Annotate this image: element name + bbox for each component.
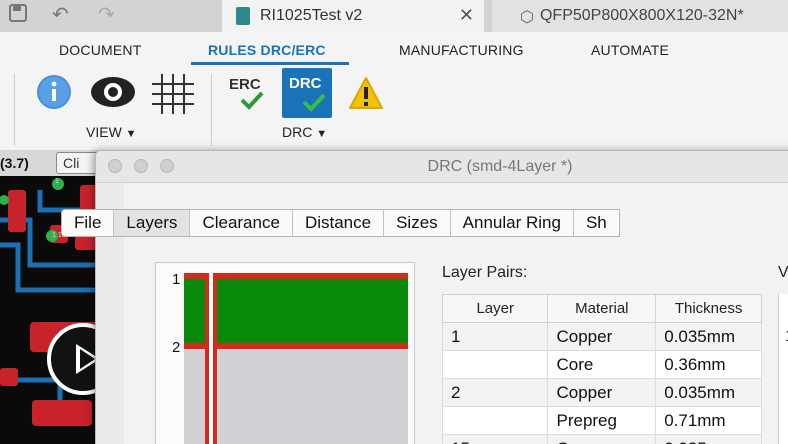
layer-pairs-label: Layer Pairs:: [442, 264, 528, 281]
layer-cell: 1: [441, 322, 549, 351]
material-cell: Core: [547, 350, 657, 379]
menu-document[interactable]: DOCUMENT: [59, 42, 141, 58]
layer-cell: [441, 406, 549, 435]
material-cell: Copper: [547, 434, 657, 444]
column-header-thickness[interactable]: Thickness: [655, 294, 762, 323]
layer-cell: 15: [441, 434, 549, 444]
layer-cell: [441, 350, 549, 379]
info-button[interactable]: [36, 74, 72, 115]
ribbon-separator: [14, 74, 15, 146]
document-tab-title: RI1025Test v2: [260, 7, 363, 24]
pcb-artwork: [0, 178, 110, 426]
material-cell: Prepreg: [547, 406, 657, 435]
view-group-label[interactable]: VIEW ▼: [86, 124, 137, 140]
package-icon: ⬡: [520, 6, 534, 26]
thickness-cell: 0.035mm: [655, 322, 762, 351]
menu-manufacturing[interactable]: MANUFACTURING: [399, 42, 524, 58]
redo-icon[interactable]: ↷: [98, 2, 115, 26]
chevron-down-icon: ▼: [125, 128, 137, 140]
drc-button[interactable]: DRC: [282, 68, 332, 118]
check-icon: [240, 91, 264, 110]
tab-layers[interactable]: Layers: [114, 210, 191, 236]
visibility-button[interactable]: [90, 76, 136, 113]
side-column-label: V: [778, 264, 788, 281]
table-row[interactable]: 1 Copper 0.035mm: [441, 322, 762, 351]
tab-annular-ring[interactable]: Annular Ring: [451, 210, 574, 236]
table-row[interactable]: 15 Copper 0.035mm: [441, 434, 762, 444]
material-cell: Copper: [547, 322, 657, 351]
pad-label: 1: [55, 178, 59, 185]
close-tab-icon[interactable]: ✕: [459, 5, 474, 26]
drc-label: DRC: [289, 75, 322, 92]
grid-button[interactable]: [152, 74, 194, 119]
thickness-cell: 0.035mm: [655, 378, 762, 407]
material-cell: Copper: [547, 378, 657, 407]
stack-layer-number-2: 2: [172, 339, 181, 356]
table-row[interactable]: Prepreg 0.71mm: [441, 406, 762, 435]
canvas-coordinate-bar: (3.7) Cli: [0, 150, 116, 176]
side-table: 1: [778, 294, 788, 444]
menu-automate[interactable]: AUTOMATE: [591, 42, 669, 58]
warning-icon: [349, 77, 383, 109]
tab-distance[interactable]: Distance: [293, 210, 385, 236]
layer-pairs-table: Layer Material Thickness 1 Copper 0.035m…: [441, 294, 762, 444]
menu-rules-drc-erc[interactable]: RULES DRC/ERC: [208, 42, 326, 58]
ribbon: DOCUMENT RULES DRC/ERC MANUFACTURING AUT…: [0, 32, 788, 150]
document-tab-title-2: QFP50P800X800X120-32N*: [539, 7, 744, 24]
board-icon: [236, 7, 250, 25]
table-row[interactable]: Core 0.36mm: [441, 350, 762, 379]
thickness-cell: 0.36mm: [655, 350, 762, 379]
tab-file[interactable]: File: [62, 210, 115, 236]
stack-layer-number-1: 1: [172, 271, 181, 288]
thickness-cell: 0.71mm: [655, 406, 762, 435]
play-icon-inner: [80, 349, 95, 369]
drc-titlebar[interactable]: DRC (smd-4Layer *): [96, 151, 788, 183]
grid-icon: [152, 74, 194, 114]
column-header-layer[interactable]: Layer: [441, 294, 549, 323]
layer-cell: 2: [441, 378, 549, 407]
title-tab-bar: ↶ ↷ RI1025Test v2 ✕ ⬡ QFP50P800X800X120-…: [0, 0, 788, 32]
save-icon[interactable]: [8, 3, 28, 28]
table-row[interactable]: 2 Copper 0.035mm: [441, 378, 762, 407]
tab-sizes[interactable]: Sizes: [384, 210, 451, 236]
erc-button[interactable]: ERC: [226, 72, 266, 112]
check-icon: [302, 93, 326, 112]
undo-icon[interactable]: ↶: [52, 2, 69, 26]
coordinate-readout: (3.7): [0, 155, 29, 171]
tab-clearance[interactable]: Clearance: [190, 210, 293, 236]
drc-group-label[interactable]: DRC ▼: [282, 124, 327, 140]
drc-tab-row: File Layers Clearance Distance Sizes Ann…: [61, 209, 620, 237]
view-group-text: VIEW: [86, 124, 122, 140]
pcb-canvas[interactable]: 1 1 1k: [0, 150, 110, 444]
thickness-cell: 0.035mm: [655, 434, 762, 444]
drc-group-text: DRC: [282, 124, 313, 140]
tab-shapes[interactable]: Sh: [574, 210, 619, 236]
drc-window-title: DRC (smd-4Layer *): [427, 158, 573, 175]
document-tab-inactive[interactable]: ⬡ QFP50P800X800X120-32N*: [492, 0, 788, 32]
warnings-button[interactable]: [348, 76, 384, 115]
eye-icon: [91, 77, 135, 107]
chevron-down-icon: ▼: [316, 128, 328, 140]
layer-stack-diagram[interactable]: 1 2: [155, 262, 415, 444]
info-icon: [37, 75, 71, 109]
active-menu-underline: [191, 62, 349, 65]
table-header-row: Layer Material Thickness: [441, 294, 762, 323]
layer-stack-graphic: [184, 273, 408, 444]
ribbon-separator-2: [211, 74, 212, 146]
document-tab-active[interactable]: RI1025Test v2 ✕: [222, 0, 484, 32]
column-header-material[interactable]: Material: [547, 294, 657, 323]
